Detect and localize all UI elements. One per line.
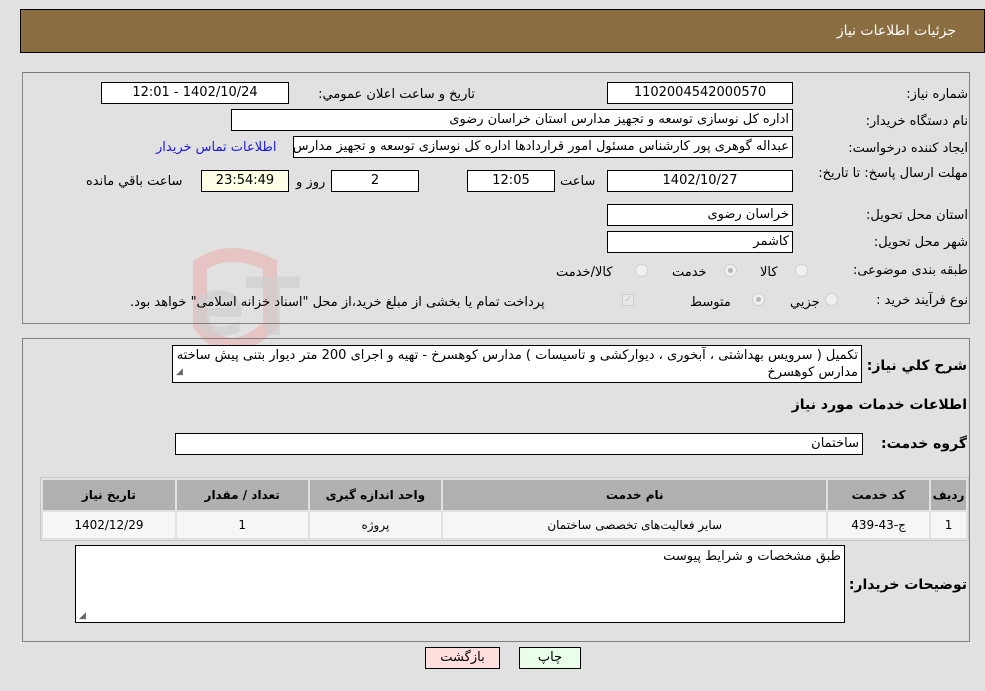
services-table-header: رديف کد خدمت نام خدمت واحد اندازه گيری ت… bbox=[43, 480, 966, 510]
buyer-notes-label: توضيحات خريدار: bbox=[848, 577, 967, 593]
buyer-notes-text: طبق مشخصات و شرايط پيوست bbox=[663, 549, 841, 564]
days-label: روز و bbox=[296, 175, 326, 190]
service-group-field: ساختمان bbox=[175, 433, 863, 455]
description-label: شرح کلي نياز: bbox=[866, 358, 967, 374]
print-button[interactable]: چاپ bbox=[519, 647, 581, 669]
table-row: 1 ج-43-439 ساير فعاليت‌های تخصصی ساختمان… bbox=[43, 512, 966, 538]
resize-handle-icon[interactable]: ◢ bbox=[79, 611, 86, 621]
category-label: طبقه بندی موضوعی: bbox=[852, 263, 968, 278]
category-radio-service[interactable] bbox=[724, 264, 737, 277]
col-row-number: رديف bbox=[931, 480, 966, 510]
col-need-date: تاريخ نياز bbox=[43, 480, 175, 510]
remaining-time-label: ساعت باقي مانده bbox=[86, 174, 183, 189]
need-number-field: 1102004542000570 bbox=[607, 82, 793, 104]
remaining-time-field: 23:54:49 bbox=[201, 170, 289, 192]
deadline-time-label: ساعت bbox=[560, 174, 596, 189]
cell-unit: پروژه bbox=[309, 512, 442, 538]
col-unit: واحد اندازه گيری bbox=[309, 480, 442, 510]
cell-service-code: ج-43-439 bbox=[828, 512, 930, 538]
purchase-type-radio-minor[interactable] bbox=[825, 293, 838, 306]
deadline-date-field: 1402/10/27 bbox=[607, 170, 793, 192]
back-button[interactable]: بازگشت bbox=[425, 647, 500, 669]
category-option-goods: کالا bbox=[760, 265, 778, 280]
requester-field: عبداله گوهری پور کارشناس مسئول امور قرار… bbox=[293, 136, 793, 158]
buyer-notes-textarea[interactable]: طبق مشخصات و شرايط پيوست ◢ bbox=[75, 545, 845, 623]
page-title: جزئيات اطلاعات نياز bbox=[836, 23, 956, 39]
days-field: 2 bbox=[331, 170, 419, 192]
purchase-type-radio-medium[interactable] bbox=[752, 293, 765, 306]
deadline-time-field: 12:05 bbox=[467, 170, 555, 192]
category-radio-goods-service[interactable] bbox=[635, 264, 648, 277]
buyer-contact-link[interactable]: اطلاعات تماس خريدار bbox=[156, 140, 276, 155]
services-section-title: اطلاعات خدمات مورد نياز bbox=[791, 397, 967, 413]
treasury-note: پرداخت تمام يا بخشی از مبلغ خريد،از محل … bbox=[130, 295, 545, 310]
resize-handle-icon[interactable]: ◢ bbox=[176, 364, 183, 381]
buyer-org-field: اداره کل نوسازی توسعه و تجهیز مدارس استا… bbox=[231, 109, 793, 131]
treasury-checkbox[interactable]: ✓ bbox=[622, 294, 634, 306]
announce-datetime-field: 1402/10/24 - 12:01 bbox=[101, 82, 289, 104]
deadline-label: مهلت ارسال پاسخ: تا تاريخ: bbox=[818, 166, 968, 181]
need-number-label: شماره نياز: bbox=[906, 87, 968, 102]
city-label: شهر محل تحويل: bbox=[873, 235, 968, 250]
province-field: خراسان رضوی bbox=[607, 204, 793, 226]
category-option-service: خدمت bbox=[672, 265, 707, 280]
services-table: رديف کد خدمت نام خدمت واحد اندازه گيری ت… bbox=[40, 477, 969, 541]
category-radio-goods[interactable] bbox=[795, 264, 808, 277]
cell-service-name: ساير فعاليت‌های تخصصی ساختمان bbox=[443, 512, 827, 538]
description-textarea[interactable]: تکمیل ( سرویس بهداشتی ، آبخوری ، دیوارکش… bbox=[172, 345, 862, 383]
province-label: استان محل تحويل: bbox=[866, 208, 968, 223]
cell-need-date: 1402/12/29 bbox=[43, 512, 175, 538]
description-text: تکمیل ( سرویس بهداشتی ، آبخوری ، دیوارکش… bbox=[176, 348, 858, 380]
col-service-name: نام خدمت bbox=[443, 480, 827, 510]
category-option-goods-service: کالا/خدمت bbox=[556, 265, 613, 280]
announce-datetime-label: تاريخ و ساعت اعلان عمومي: bbox=[318, 87, 475, 102]
buyer-org-label: نام دستگاه خريدار: bbox=[865, 114, 968, 129]
col-quantity: تعداد / مقدار bbox=[176, 480, 308, 510]
service-group-label: گروه خدمت: bbox=[881, 436, 967, 452]
purchase-type-option-medium: متوسط bbox=[690, 295, 731, 310]
purchase-type-label: نوع فرآيند خريد : bbox=[876, 293, 968, 308]
cell-quantity: 1 bbox=[176, 512, 308, 538]
col-service-code: کد خدمت bbox=[828, 480, 930, 510]
purchase-type-option-minor: جزيي bbox=[790, 295, 820, 310]
requester-label: ايجاد کننده درخواست: bbox=[848, 141, 968, 156]
city-field: کاشمر bbox=[607, 231, 793, 253]
cell-row-number: 1 bbox=[931, 512, 966, 538]
page-header: جزئيات اطلاعات نياز bbox=[20, 9, 985, 53]
